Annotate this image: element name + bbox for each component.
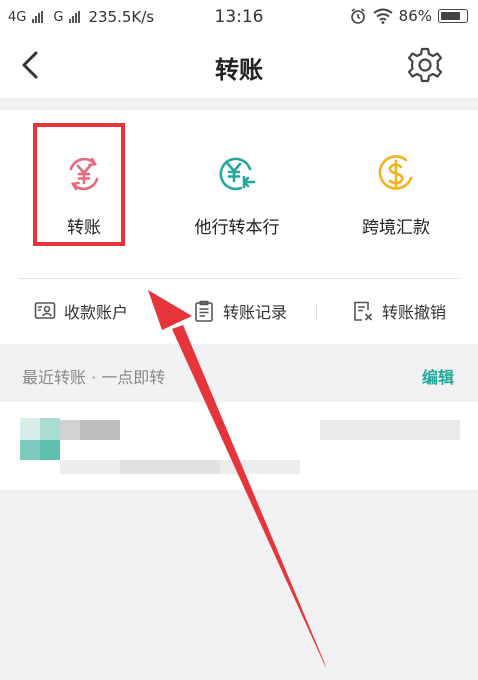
navigation-bar: 转账 <box>0 34 478 98</box>
avatar <box>40 440 60 460</box>
interbank-transfer-label: 他行转本行 <box>194 218 280 238</box>
system-icons: 86% <box>349 7 468 25</box>
wifi-icon <box>373 8 393 24</box>
blurred-name <box>80 420 120 440</box>
cross-border-remittance-label: 跨境汇款 <box>362 218 430 238</box>
avatar <box>20 440 40 460</box>
document-cancel-icon <box>354 301 373 321</box>
battery-level <box>441 12 460 20</box>
interbank-transfer-button[interactable]: 他行转本行 <box>167 110 307 250</box>
avatar <box>40 418 60 440</box>
transfer-button[interactable]: 转账 <box>14 110 154 250</box>
blurred-name <box>60 420 80 440</box>
divider <box>316 304 317 320</box>
cross-border-remittance-button[interactable]: 跨境汇款 <box>326 110 466 250</box>
yuan-return-icon <box>219 157 256 191</box>
edit-button[interactable]: 编辑 <box>422 364 454 388</box>
section-separator <box>0 98 478 110</box>
battery-percent: 86% <box>398 7 432 25</box>
transfer-cancel-label: 转账撤销 <box>382 303 447 322</box>
yuan-transfer-icon <box>69 157 99 191</box>
dollar-coin-icon <box>378 155 413 190</box>
payee-accounts-link[interactable]: 收款账户 <box>34 296 128 326</box>
transfer-cancel-link[interactable]: 转账撤销 <box>352 296 446 326</box>
transfer-records-link[interactable]: 转账记录 <box>193 296 287 326</box>
alarm-icon <box>350 8 365 24</box>
battery-icon <box>438 9 468 23</box>
divider <box>160 304 161 320</box>
transfer-records-label: 转账记录 <box>223 303 288 322</box>
gear-icon[interactable] <box>406 46 444 84</box>
status-bar: 4G G 235.5K/s 13:16 86% <box>0 0 478 34</box>
divider <box>18 278 460 279</box>
blurred-amount <box>320 420 460 440</box>
recent-transfer-item[interactable] <box>0 402 478 490</box>
clipboard-record-icon <box>195 300 213 322</box>
recent-transfers-title: 最近转账 · 一点即转 <box>22 368 166 387</box>
recent-transfers-header: 最近转账 · 一点即转 编辑 <box>0 344 478 402</box>
transfer-label: 转账 <box>67 218 101 238</box>
payee-accounts-label: 收款账户 <box>64 303 129 322</box>
payee-account-icon <box>34 302 56 319</box>
blurred-account <box>120 460 220 474</box>
avatar <box>20 418 40 440</box>
transfer-tools-panel: 转账 他行转本行 跨境汇款 收款账户 转账记录 转账撤销 <box>0 110 478 344</box>
